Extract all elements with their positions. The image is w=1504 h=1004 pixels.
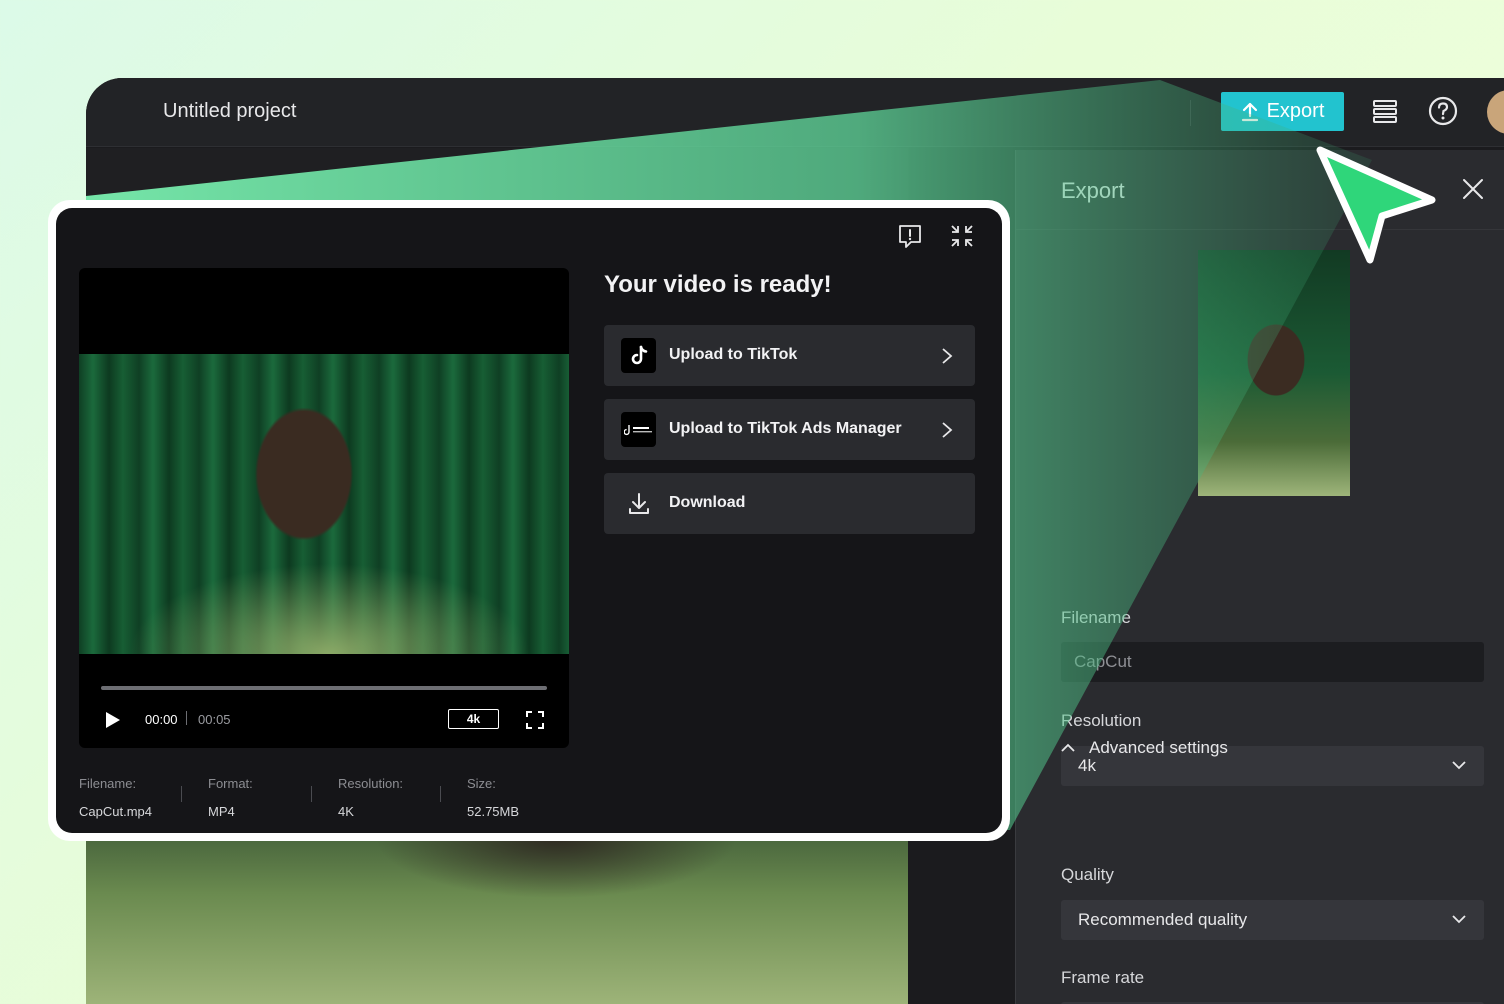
meta-size: Size: 52.75MB	[467, 776, 577, 819]
filename-label: Filename	[1061, 608, 1131, 627]
meta-value: 52.75MB	[467, 804, 520, 819]
download-button[interactable]: Download	[604, 473, 975, 534]
current-time: 00:00	[145, 712, 178, 727]
tiktok-icon	[621, 338, 656, 373]
chevron-right-icon	[942, 422, 953, 438]
help-icon[interactable]	[1428, 96, 1458, 126]
video-player: 00:00 00:05 4k	[79, 268, 569, 748]
resolution-label: Resolution	[1061, 711, 1142, 730]
quality-value: Recommended quality	[1078, 910, 1248, 929]
play-icon[interactable]	[105, 711, 121, 729]
upload-tiktok-button[interactable]: Upload to TikTok	[604, 325, 975, 386]
download-icon	[621, 486, 656, 521]
meta-value: CapCut.mp4	[79, 804, 152, 819]
close-icon[interactable]	[1462, 178, 1484, 200]
video-frame[interactable]	[79, 354, 569, 654]
meta-separator	[311, 786, 312, 802]
tiktok-for-business-icon	[621, 412, 656, 447]
quality-select[interactable]: Recommended quality	[1061, 900, 1484, 940]
quality-label: Quality	[1061, 865, 1114, 884]
action-label: Upload to TikTok Ads Manager	[669, 420, 902, 437]
layers-icon[interactable]	[1370, 96, 1400, 126]
avatar[interactable]	[1487, 90, 1504, 134]
modal-title: Your video is ready!	[604, 271, 832, 298]
meta-label: Format:	[208, 776, 253, 791]
progress-track[interactable]	[101, 686, 547, 690]
top-bar: Untitled project Export	[86, 78, 1504, 147]
meta-label: Filename:	[79, 776, 137, 791]
export-thumbnail	[1198, 250, 1350, 496]
pointer-cursor-icon	[1316, 146, 1436, 264]
export-panel-title: Export	[1061, 178, 1125, 203]
topbar-divider	[1190, 100, 1191, 126]
export-panel: Export Filename CapCut Resolution 4k Adv…	[1015, 150, 1504, 1004]
quality-badge[interactable]: 4k	[448, 709, 499, 729]
meta-value: 4K	[338, 804, 354, 819]
chevron-right-icon	[942, 348, 953, 364]
project-title[interactable]: Untitled project	[163, 100, 296, 123]
time-separator	[186, 711, 187, 725]
export-button[interactable]: Export	[1221, 92, 1344, 131]
total-time: 00:05	[198, 712, 231, 727]
meta-label: Resolution:	[338, 776, 404, 791]
chevron-up-icon	[1061, 743, 1075, 752]
export-ready-modal: 00:00 00:05 4k Filename: CapCut.mp4 Form…	[56, 208, 1002, 833]
framerate-label: Frame rate	[1061, 968, 1145, 987]
fullscreen-icon[interactable]	[526, 711, 544, 729]
meta-value: MP4	[208, 804, 235, 819]
exit-fullscreen-icon[interactable]	[949, 223, 975, 249]
advanced-settings-label: Advanced settings	[1089, 738, 1228, 757]
chevron-down-icon	[1452, 761, 1466, 770]
filename-field[interactable]: CapCut	[1061, 642, 1484, 682]
upload-icon	[1241, 102, 1258, 121]
action-label: Download	[669, 494, 746, 511]
resolution-value: 4k	[1078, 756, 1096, 775]
meta-separator	[440, 786, 441, 802]
chevron-down-icon	[1452, 915, 1466, 924]
meta-separator	[181, 786, 182, 802]
meta-resolution: Resolution: 4K	[338, 776, 448, 819]
meta-format: Format: MP4	[208, 776, 318, 819]
meta-filename: Filename: CapCut.mp4	[79, 776, 189, 819]
feedback-icon[interactable]	[897, 223, 923, 249]
export-button-label: Export	[1266, 100, 1325, 122]
meta-label: Size:	[467, 776, 496, 791]
upload-tiktok-ads-button[interactable]: Upload to TikTok Ads Manager	[604, 399, 975, 460]
advanced-settings-toggle[interactable]: Advanced settings	[1061, 738, 1228, 758]
action-label: Upload to TikTok	[669, 346, 798, 363]
